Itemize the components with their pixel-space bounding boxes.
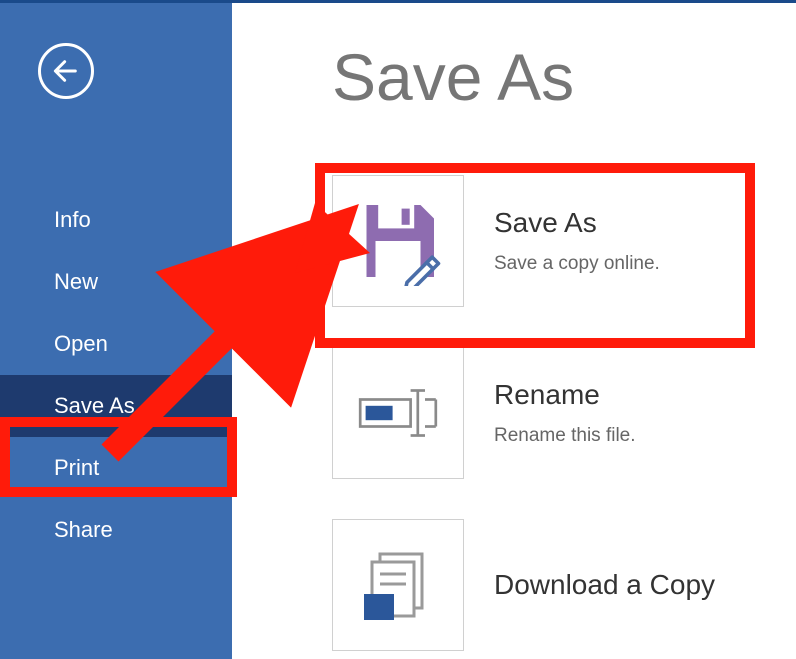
option-save-as[interactable]: Save As Save a copy online. xyxy=(332,175,796,307)
option-icon-box xyxy=(332,175,464,307)
page-title: Save As xyxy=(332,39,796,115)
option-desc: Rename this file. xyxy=(494,425,636,447)
back-button[interactable] xyxy=(38,43,94,99)
option-icon-box xyxy=(332,347,464,479)
rename-icon xyxy=(353,383,443,443)
option-rename[interactable]: Rename Rename this file. xyxy=(332,347,796,479)
sidebar-item-label: Print xyxy=(54,455,99,480)
sidebar-item-new[interactable]: New xyxy=(0,251,232,313)
option-desc: Save a copy online. xyxy=(494,253,660,275)
sidebar-item-open[interactable]: Open xyxy=(0,313,232,375)
sidebar: Info New Open Save As Print Share xyxy=(0,3,232,659)
download-icon xyxy=(358,550,438,620)
sidebar-item-print[interactable]: Print xyxy=(0,437,232,499)
arrow-left-icon xyxy=(50,55,82,87)
save-icon xyxy=(353,196,443,286)
option-icon-box xyxy=(332,519,464,651)
sidebar-item-label: New xyxy=(54,269,98,294)
sidebar-item-label: Open xyxy=(54,331,108,356)
sidebar-item-label: Share xyxy=(54,517,113,542)
option-text: Rename Rename this file. xyxy=(494,379,636,447)
option-download-copy[interactable]: Download a Copy xyxy=(332,519,796,651)
main-panel: Save As Save As Save a copy online. xyxy=(232,3,796,659)
sidebar-item-save-as[interactable]: Save As xyxy=(0,375,232,437)
option-title: Save As xyxy=(494,207,660,239)
option-title: Rename xyxy=(494,379,636,411)
option-title: Download a Copy xyxy=(494,569,715,601)
sidebar-item-info[interactable]: Info xyxy=(0,189,232,251)
option-text: Download a Copy xyxy=(494,569,715,601)
option-text: Save As Save a copy online. xyxy=(494,207,660,275)
sidebar-menu: Info New Open Save As Print Share xyxy=(0,189,232,561)
sidebar-item-label: Save As xyxy=(54,393,135,418)
sidebar-item-label: Info xyxy=(54,207,91,232)
sidebar-item-share[interactable]: Share xyxy=(0,499,232,561)
